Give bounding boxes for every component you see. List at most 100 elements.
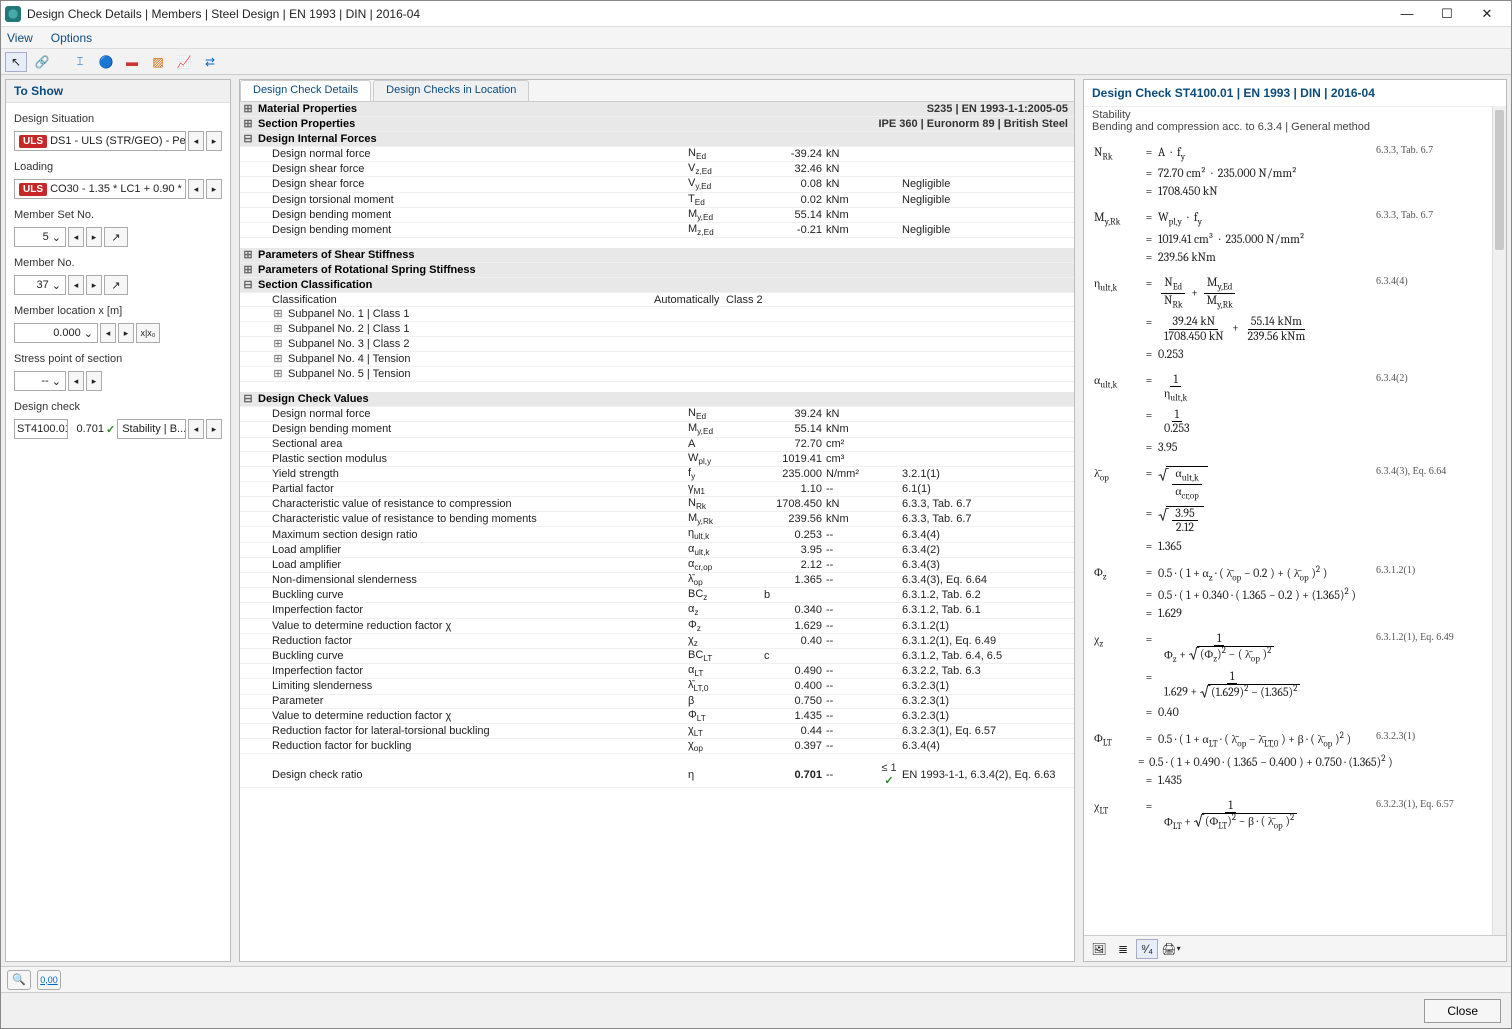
sp-prev-button[interactable]: ◂ <box>68 371 84 391</box>
expand-icon[interactable]: ⊞ <box>240 102 256 116</box>
data-row[interactable]: Design normal forceNEd-39.24kN <box>240 147 1074 162</box>
data-row[interactable]: Design shear forceVz,Ed32.46kN <box>240 162 1074 177</box>
tool-stress-icon[interactable]: ⇄ <box>199 52 221 72</box>
rt-icon-2[interactable]: ≣ <box>1112 939 1134 959</box>
mn-prev-button[interactable]: ◂ <box>68 275 84 295</box>
data-row[interactable]: ⊞Subpanel No. 2 | Class 1 <box>240 322 1074 337</box>
menu-view[interactable]: View <box>7 31 33 45</box>
stress-pt-input[interactable]: -- ⌄ <box>14 371 66 391</box>
rt-print-icon[interactable]: 🖨▾ <box>1160 939 1182 959</box>
data-row[interactable]: Reduction factor for bucklingχop0.397--6… <box>240 739 1074 754</box>
status-search-icon[interactable]: 🔍 <box>7 970 31 990</box>
expand-icon[interactable]: ⊞ <box>240 117 256 131</box>
dc-next-button[interactable]: ▸ <box>206 419 222 439</box>
data-row[interactable]: Design bending momentMy,Ed55.14kNm <box>240 422 1074 437</box>
dc-desc-combo[interactable]: Stability | B...⌄ <box>117 419 186 439</box>
ds-next-button[interactable]: ▸ <box>206 131 222 151</box>
data-row[interactable]: Sectional areaA72.70cm² <box>240 438 1074 452</box>
load-next-button[interactable]: ▸ <box>206 179 222 199</box>
data-row[interactable]: Characteristic value of resistance to be… <box>240 512 1074 527</box>
member-loc-input[interactable]: 0.000 ⌄ <box>14 323 98 343</box>
category-row[interactable]: ⊟Design Internal Forces <box>240 132 1074 147</box>
dc-prev-button[interactable]: ◂ <box>188 419 204 439</box>
category-row[interactable]: ⊞Parameters of Shear Stiffness <box>240 248 1074 263</box>
status-precision-icon[interactable]: 0,00 <box>37 970 61 990</box>
data-row[interactable]: Limiting slendernessλ̄LT,00.400--6.3.2.3… <box>240 679 1074 694</box>
data-row[interactable]: ⊞Subpanel No. 1 | Class 1 <box>240 307 1074 322</box>
data-row[interactable]: ⊞Subpanel No. 4 | Tension <box>240 352 1074 367</box>
design-situation-combo[interactable]: ULS DS1 - ULS (STR/GEO) - Perma... ⌄ <box>14 131 186 151</box>
expand-icon[interactable]: ⊟ <box>240 278 256 292</box>
data-row[interactable]: Yield strengthfy235.000N/mm²3.2.1(1) <box>240 467 1074 482</box>
expand-icon[interactable]: ⊞ <box>240 263 256 277</box>
data-row[interactable]: ClassificationAutomaticallyClass 2 <box>240 293 1074 307</box>
data-row[interactable]: ⊞Subpanel No. 3 | Class 2 <box>240 337 1074 352</box>
category-row[interactable]: ⊟Design Check Values <box>240 392 1074 407</box>
category-row[interactable]: ⊞Parameters of Rotational Spring Stiffne… <box>240 263 1074 278</box>
ml-next-button[interactable]: ▸ <box>118 323 134 343</box>
data-row[interactable]: Imperfection factorαz0.340--6.3.1.2, Tab… <box>240 603 1074 618</box>
expand-icon[interactable]: ⊞ <box>270 337 286 351</box>
data-row[interactable]: Value to determine reduction factor χΦLT… <box>240 709 1074 724</box>
data-row[interactable]: Design torsional momentTEd0.02kNmNegligi… <box>240 193 1074 208</box>
data-row[interactable]: Reduction factorχz0.40--6.3.1.2(1), Eq. … <box>240 634 1074 649</box>
data-row[interactable]: Imperfection factorαLT0.490--6.3.2.2, Ta… <box>240 664 1074 679</box>
expand-icon[interactable]: ⊞ <box>270 352 286 366</box>
tool-diagram-icon[interactable]: 📈 <box>173 52 195 72</box>
data-row[interactable]: Reduction factor for lateral-torsional b… <box>240 724 1074 739</box>
right-scrollbar[interactable] <box>1492 106 1506 935</box>
data-row[interactable]: Non-dimensional slendernessλ̄op1.365--6.… <box>240 573 1074 588</box>
tool-link-icon[interactable]: 🔗 <box>31 52 53 72</box>
expand-icon[interactable]: ⊞ <box>270 322 286 336</box>
ml-prev-button[interactable]: ◂ <box>100 323 116 343</box>
mn-pick-icon[interactable]: ↗ <box>104 275 128 295</box>
data-row[interactable]: Buckling curveBCzb6.3.1.2, Tab. 6.2 <box>240 588 1074 603</box>
data-row[interactable]: Plastic section modulusWpl,y1019.41cm³ <box>240 452 1074 467</box>
ms-pick-icon[interactable]: ↗ <box>104 227 128 247</box>
minimize-button[interactable]: — <box>1387 2 1427 26</box>
ms-prev-button[interactable]: ◂ <box>68 227 84 247</box>
tab-location[interactable]: Design Checks in Location <box>373 80 529 101</box>
data-row[interactable]: Design bending momentMz,Ed-0.21kNmNeglig… <box>240 223 1074 238</box>
loading-combo[interactable]: ULS CO30 - 1.35 * LC1 + 0.90 * LC... ⌄ <box>14 179 186 199</box>
maximize-button[interactable]: ☐ <box>1427 2 1467 26</box>
expand-icon[interactable]: ⊞ <box>270 307 286 321</box>
data-row[interactable]: Buckling curveBCLTc6.3.1.2, Tab. 6.4, 6.… <box>240 649 1074 664</box>
tool-pointer-icon[interactable]: ↖ <box>5 52 27 72</box>
data-row[interactable]: Maximum section design ratioηult,k0.253-… <box>240 527 1074 542</box>
data-row[interactable]: Design shear forceVy,Ed0.08kNNegligible <box>240 177 1074 192</box>
expand-icon[interactable]: ⊟ <box>240 132 256 146</box>
expand-icon[interactable]: ⊟ <box>240 392 256 406</box>
data-row[interactable]: Parameterβ0.750--6.3.2.3(1) <box>240 695 1074 709</box>
member-no-input[interactable]: 37 ⌄ <box>14 275 66 295</box>
data-row[interactable]: ⊞Subpanel No. 5 | Tension <box>240 367 1074 382</box>
tab-details[interactable]: Design Check Details <box>240 80 371 101</box>
menu-options[interactable]: Options <box>51 31 92 45</box>
equations-area[interactable]: NRk=A · fy6.3.3, Tab. 6.7=72.70 cm² · 23… <box>1084 139 1506 935</box>
tool-member-icon[interactable]: ▬ <box>121 52 143 72</box>
category-row[interactable]: ⊞Material PropertiesS235 | EN 1993-1-1:2… <box>240 102 1074 117</box>
data-row[interactable]: Design check ratioη0.701--≤ 1 ✓EN 1993-1… <box>240 762 1074 788</box>
tool-section-icon[interactable]: ⌶ <box>69 52 91 72</box>
rt-icon-3[interactable]: ⁹⁄₄ <box>1136 939 1158 959</box>
close-window-button[interactable]: ✕ <box>1467 2 1507 26</box>
data-row[interactable]: Load amplifierαcr,op2.12--6.3.4(3) <box>240 558 1074 573</box>
ds-prev-button[interactable]: ◂ <box>188 131 204 151</box>
category-row[interactable]: ⊟Section Classification <box>240 278 1074 293</box>
data-row[interactable]: Design bending momentMy,Ed55.14kNm <box>240 208 1074 223</box>
ms-next-button[interactable]: ▸ <box>86 227 102 247</box>
close-button[interactable]: Close <box>1424 999 1501 1023</box>
data-row[interactable]: Partial factorγM11.10--6.1(1) <box>240 482 1074 497</box>
category-row[interactable]: ⊞Section PropertiesIPE 360 | Euronorm 89… <box>240 117 1074 132</box>
data-row[interactable]: Design normal forceNEd39.24kN <box>240 407 1074 422</box>
tool-colors-icon[interactable]: 🔵 <box>95 52 117 72</box>
load-prev-button[interactable]: ◂ <box>188 179 204 199</box>
ml-x0-icon[interactable]: x|x₀ <box>136 323 160 343</box>
member-set-input[interactable]: 5 ⌄ <box>14 227 66 247</box>
grid[interactable]: ⊞Material PropertiesS235 | EN 1993-1-1:2… <box>240 102 1074 961</box>
tool-result-icon[interactable]: ▨ <box>147 52 169 72</box>
sp-next-button[interactable]: ▸ <box>86 371 102 391</box>
data-row[interactable]: Value to determine reduction factor χΦz1… <box>240 619 1074 634</box>
data-row[interactable]: Load amplifierαult,k3.95--6.3.4(2) <box>240 543 1074 558</box>
mn-next-button[interactable]: ▸ <box>86 275 102 295</box>
